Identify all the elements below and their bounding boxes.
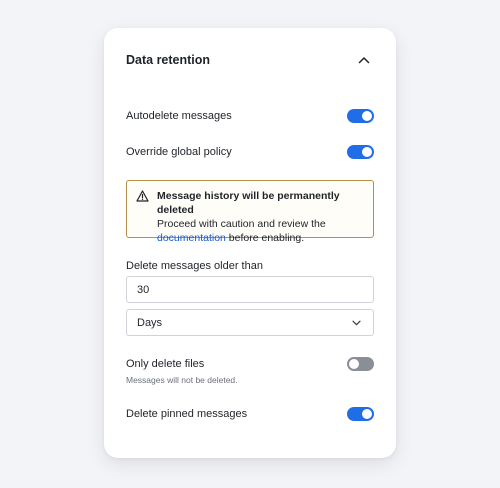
collapse-button[interactable] xyxy=(354,50,374,70)
warning-body-suffix: before enabling. xyxy=(225,232,305,244)
delete-pinned-toggle[interactable] xyxy=(347,407,374,421)
card-header: Data retention xyxy=(126,50,374,70)
autodelete-row: Autodelete messages xyxy=(126,109,374,123)
only-delete-files-help: Messages will not be deleted. xyxy=(126,375,238,385)
warning-body: Proceed with caution and review the docu… xyxy=(157,217,363,245)
documentation-link[interactable]: documentation xyxy=(157,232,226,244)
retention-value-input[interactable] xyxy=(126,276,374,303)
override-policy-toggle[interactable] xyxy=(347,145,374,159)
toggle-knob xyxy=(362,111,372,121)
toggle-knob xyxy=(349,359,359,369)
retention-unit-value: Days xyxy=(137,316,163,329)
autodelete-toggle[interactable] xyxy=(347,109,374,123)
only-delete-files-row: Only delete files xyxy=(126,357,374,371)
delete-pinned-label: Delete pinned messages xyxy=(126,408,248,420)
data-retention-card: Data retention Autodelete messages Overr… xyxy=(104,28,396,458)
only-delete-files-label: Only delete files xyxy=(126,358,205,370)
retention-unit-select[interactable]: Days xyxy=(126,309,374,336)
chevron-down-icon xyxy=(352,320,361,325)
override-policy-label: Override global policy xyxy=(126,146,232,158)
delete-pinned-row: Delete pinned messages xyxy=(126,407,374,421)
panel-title: Data retention xyxy=(126,53,211,67)
warning-body-prefix: Proceed with caution and review the xyxy=(157,218,326,230)
autodelete-label: Autodelete messages xyxy=(126,110,232,122)
override-policy-row: Override global policy xyxy=(126,145,374,159)
toggle-knob xyxy=(362,147,372,157)
only-delete-files-toggle[interactable] xyxy=(347,357,374,371)
toggle-knob xyxy=(362,409,372,419)
warning-title: Message history will be permanently dele… xyxy=(157,190,340,216)
warning-triangle-icon xyxy=(136,190,149,202)
chevron-up-icon xyxy=(358,57,370,64)
deletion-warning: Message history will be permanently dele… xyxy=(126,180,374,244)
retention-period-label: Delete messages older than xyxy=(126,260,263,272)
